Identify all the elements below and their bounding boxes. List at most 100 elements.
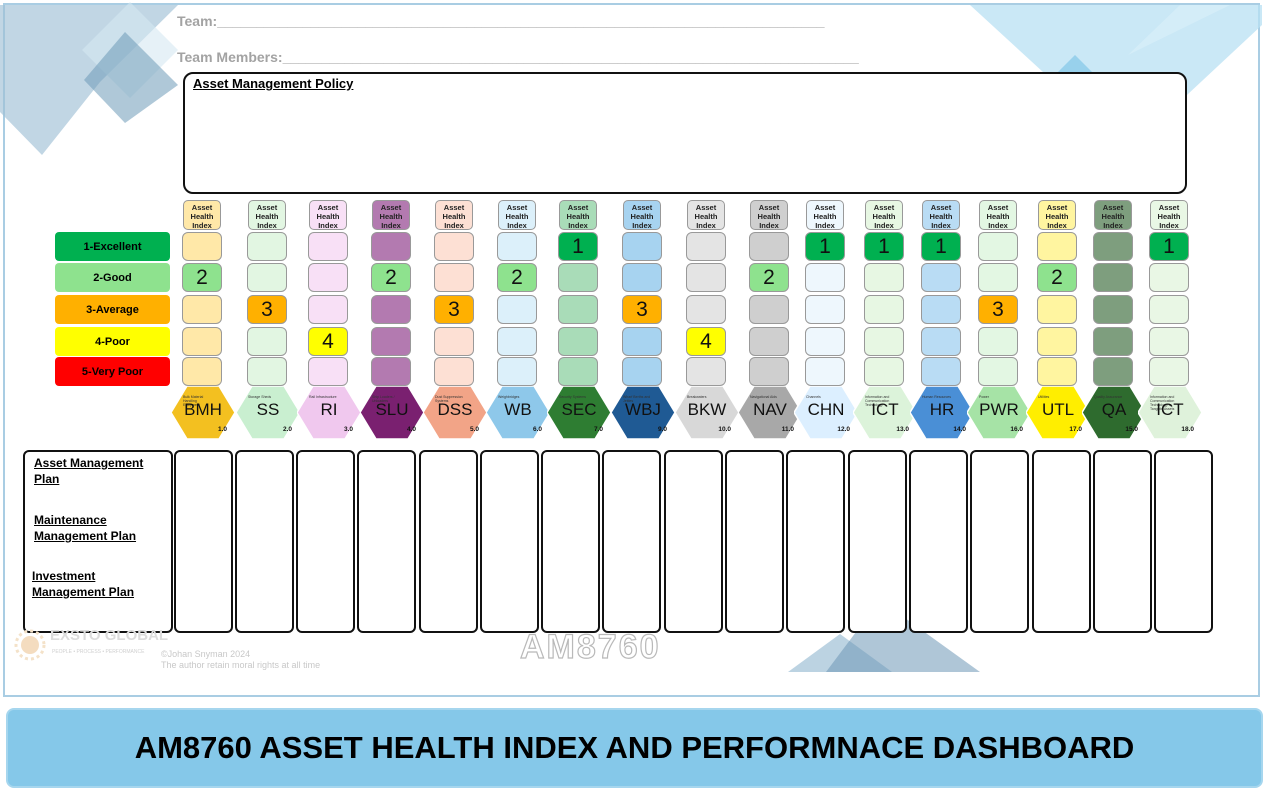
asset-category-hexagon[interactable]: Quality Assurance QA 15.0 — [1082, 386, 1146, 439]
health-rating-cell[interactable]: 3 — [622, 295, 662, 324]
health-rating-cell[interactable]: 1 — [864, 232, 904, 261]
health-rating-cell[interactable] — [558, 263, 598, 292]
health-rating-cell[interactable] — [686, 295, 726, 324]
health-rating-cell[interactable] — [805, 357, 845, 386]
plan-entry-box[interactable] — [296, 450, 355, 633]
asset-category-hexagon[interactable]: Wharf Berths and Jetties WBJ 9.0 — [611, 386, 675, 439]
health-rating-cell[interactable] — [371, 232, 411, 261]
health-rating-cell[interactable] — [371, 357, 411, 386]
health-rating-cell[interactable] — [558, 327, 598, 356]
health-rating-cell[interactable] — [749, 357, 789, 386]
asset-category-hexagon[interactable]: Rail Infrastructure RI 3.0 — [297, 386, 361, 439]
health-rating-cell[interactable] — [497, 232, 537, 261]
plan-entry-box[interactable] — [480, 450, 539, 633]
health-rating-cell[interactable] — [805, 263, 845, 292]
health-rating-cell[interactable] — [864, 263, 904, 292]
health-rating-cell[interactable] — [434, 263, 474, 292]
health-rating-cell[interactable] — [182, 357, 222, 386]
health-rating-cell[interactable] — [1149, 327, 1189, 356]
health-rating-cell[interactable]: 3 — [247, 295, 287, 324]
health-rating-cell[interactable] — [921, 263, 961, 292]
asset-category-hexagon[interactable]: Channels CHN 12.0 — [794, 386, 858, 439]
health-rating-cell[interactable] — [371, 327, 411, 356]
health-rating-cell[interactable] — [1149, 295, 1189, 324]
asset-category-hexagon[interactable]: Ship Loaders / Unloaders SLU 4.0 — [360, 386, 424, 439]
health-rating-cell[interactable] — [1037, 232, 1077, 261]
health-rating-cell[interactable] — [497, 295, 537, 324]
health-rating-cell[interactable] — [308, 263, 348, 292]
health-rating-cell[interactable]: 2 — [371, 263, 411, 292]
health-rating-cell[interactable] — [978, 327, 1018, 356]
health-rating-cell[interactable] — [247, 232, 287, 261]
health-rating-cell[interactable] — [434, 357, 474, 386]
health-rating-cell[interactable] — [434, 232, 474, 261]
plan-entry-box[interactable] — [1093, 450, 1152, 633]
plan-entry-box[interactable] — [419, 450, 478, 633]
team-members-field[interactable]: Team Members:___________________________… — [177, 49, 859, 65]
plan-entry-box[interactable] — [786, 450, 845, 633]
health-rating-cell[interactable] — [622, 327, 662, 356]
plan-entry-box[interactable] — [174, 450, 233, 633]
health-rating-cell[interactable] — [749, 327, 789, 356]
health-rating-cell[interactable] — [1093, 263, 1133, 292]
health-rating-cell[interactable] — [1093, 232, 1133, 261]
health-rating-cell[interactable] — [308, 232, 348, 261]
health-rating-cell[interactable]: 4 — [686, 327, 726, 356]
plan-entry-box[interactable] — [1154, 450, 1213, 633]
health-rating-cell[interactable] — [686, 357, 726, 386]
health-rating-cell[interactable] — [749, 232, 789, 261]
health-rating-cell[interactable] — [497, 327, 537, 356]
health-rating-cell[interactable] — [864, 295, 904, 324]
health-rating-cell[interactable] — [497, 357, 537, 386]
health-rating-cell[interactable] — [558, 295, 598, 324]
health-rating-cell[interactable] — [182, 295, 222, 324]
health-rating-cell[interactable]: 3 — [434, 295, 474, 324]
plan-entry-box[interactable] — [909, 450, 968, 633]
health-rating-cell[interactable] — [434, 327, 474, 356]
health-rating-cell[interactable]: 1 — [1149, 232, 1189, 261]
health-rating-cell[interactable] — [1149, 357, 1189, 386]
health-rating-cell[interactable] — [247, 327, 287, 356]
asset-management-policy-box[interactable]: Asset Management Policy — [183, 72, 1187, 194]
health-rating-cell[interactable] — [622, 232, 662, 261]
health-rating-cell[interactable]: 4 — [308, 327, 348, 356]
health-rating-cell[interactable] — [864, 357, 904, 386]
health-rating-cell[interactable] — [864, 327, 904, 356]
asset-category-hexagon[interactable]: Security Systems SEC 7.0 — [547, 386, 611, 439]
team-field[interactable]: Team:___________________________________… — [177, 13, 825, 29]
plan-entry-box[interactable] — [848, 450, 907, 633]
asset-category-hexagon[interactable]: Navigational Aids NAV 11.0 — [738, 386, 802, 439]
plan-entry-box[interactable] — [725, 450, 784, 633]
health-rating-cell[interactable]: 2 — [1037, 263, 1077, 292]
plan-entry-box[interactable] — [357, 450, 416, 633]
asset-category-hexagon[interactable]: Human Resources HR 14.0 — [910, 386, 974, 439]
health-rating-cell[interactable] — [247, 263, 287, 292]
health-rating-cell[interactable] — [1093, 327, 1133, 356]
health-rating-cell[interactable] — [1093, 295, 1133, 324]
health-rating-cell[interactable]: 1 — [805, 232, 845, 261]
health-rating-cell[interactable] — [805, 327, 845, 356]
health-rating-cell[interactable] — [921, 327, 961, 356]
asset-category-hexagon[interactable]: Storage Sheds SS 2.0 — [236, 386, 300, 439]
plan-entry-box[interactable] — [1032, 450, 1091, 633]
health-rating-cell[interactable]: 2 — [749, 263, 789, 292]
health-rating-cell[interactable] — [921, 295, 961, 324]
health-rating-cell[interactable]: 1 — [921, 232, 961, 261]
health-rating-cell[interactable]: 3 — [978, 295, 1018, 324]
plan-entry-box[interactable] — [970, 450, 1029, 633]
health-rating-cell[interactable] — [1037, 357, 1077, 386]
health-rating-cell[interactable] — [686, 232, 726, 261]
asset-category-hexagon[interactable]: Power PWR 16.0 — [967, 386, 1031, 439]
health-rating-cell[interactable] — [1149, 263, 1189, 292]
asset-category-hexagon[interactable]: Breakwaters BKW 10.0 — [675, 386, 739, 439]
health-rating-cell[interactable] — [371, 295, 411, 324]
health-rating-cell[interactable] — [308, 357, 348, 386]
plan-entry-box[interactable] — [235, 450, 294, 633]
health-rating-cell[interactable] — [978, 232, 1018, 261]
health-rating-cell[interactable] — [622, 263, 662, 292]
health-rating-cell[interactable]: 1 — [558, 232, 598, 261]
health-rating-cell[interactable]: 2 — [182, 263, 222, 292]
asset-category-hexagon[interactable]: Information and Communication Technology… — [1138, 386, 1202, 439]
asset-category-hexagon[interactable]: Bulk Material Handling Equipment BMH 1.0 — [171, 386, 235, 439]
health-rating-cell[interactable] — [308, 295, 348, 324]
